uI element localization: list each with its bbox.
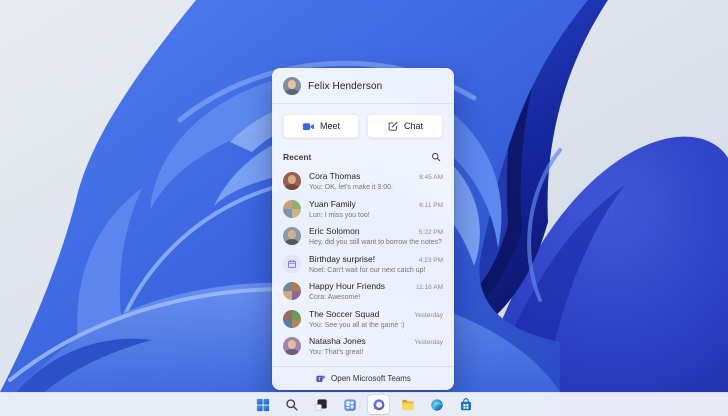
- message-preview: You: That's great!: [309, 349, 364, 357]
- meet-button[interactable]: Meet: [283, 114, 359, 138]
- microsoft-store-icon: [460, 397, 471, 410]
- contact-name: Happy Hour Friends: [309, 281, 386, 291]
- message-preview: Lun: I miss you too!: [309, 211, 370, 219]
- contact-name: Yuan Family: [309, 198, 356, 209]
- contact-avatar: [283, 337, 301, 355]
- open-teams-label: Open Microsoft Teams: [331, 374, 411, 383]
- contact-name: Natasha Jones: [309, 336, 366, 346]
- meet-button-label: Meet: [319, 121, 340, 131]
- message-time: 8:45 AM: [419, 174, 443, 181]
- contact-name: Eric Solomon: [309, 226, 360, 236]
- search-button-taskbar[interactable]: [281, 395, 302, 414]
- calendar-icon: [288, 259, 296, 268]
- open-teams-button[interactable]: T Open Microsoft Teams: [272, 366, 454, 390]
- microsoft-store-button[interactable]: [455, 395, 476, 414]
- chat-row-happy-hour-friends[interactable]: Happy Hour Friends 11:16 AM Cora: Awesom…: [272, 277, 454, 305]
- start-button[interactable]: [252, 395, 273, 414]
- compose-icon: [388, 121, 398, 131]
- contact-avatar: [283, 172, 301, 190]
- search-icon: [285, 398, 298, 411]
- chat-row-birthday-surprise[interactable]: Birthday surprise! 4:23 PM Noel: Can't w…: [272, 250, 454, 278]
- message-time: 11:16 AM: [416, 284, 443, 291]
- chat-row-soccer-squad[interactable]: The Soccer Squad Yesterday You: See you …: [272, 305, 454, 333]
- taskbar: [0, 392, 728, 416]
- user-name: Felix Henderson: [308, 80, 383, 92]
- chat-row-eric-solomon[interactable]: Eric Solomon 5:22 PM Hey, did you still …: [272, 222, 454, 250]
- user-avatar[interactable]: [283, 77, 301, 95]
- chat-row-natasha-jones[interactable]: Natasha Jones Yesterday You: That's grea…: [272, 332, 454, 360]
- message-preview: Cora: Awesome!: [309, 294, 361, 302]
- widgets-button[interactable]: [339, 395, 360, 414]
- chat-button-label: Chat: [403, 121, 423, 131]
- calendar-avatar: [283, 254, 301, 273]
- contact-name: Cora Thomas: [309, 171, 361, 181]
- edge-browser-icon: [430, 398, 443, 411]
- desktop: Felix Henderson Meet Chat Recent Cora Th…: [0, 0, 728, 416]
- chat-row-yuan-family[interactable]: Yuan Family 6:11 PM Lun: I miss you too!: [272, 195, 454, 223]
- contact-avatar: [283, 227, 301, 245]
- task-view-button[interactable]: [310, 395, 331, 414]
- folder-icon: [401, 399, 414, 410]
- message-preview: You: See you all at the game :): [309, 321, 405, 329]
- windows-logo-icon: [256, 398, 269, 411]
- recent-header: Recent: [272, 147, 454, 166]
- message-time: 6:11 PM: [419, 201, 443, 209]
- message-preview: Hey, did you still want to borrow the no…: [309, 239, 442, 247]
- search-icon: [432, 153, 441, 162]
- task-view-icon: [314, 398, 327, 411]
- message-time: 4:23 PM: [418, 256, 443, 264]
- teams-chat-flyout: Felix Henderson Meet Chat Recent Cora Th…: [272, 68, 454, 390]
- quick-actions: Meet Chat: [272, 104, 454, 147]
- recent-label: Recent: [283, 152, 312, 162]
- flyout-header: Felix Henderson: [272, 68, 454, 103]
- message-time: 5:22 PM: [418, 229, 443, 236]
- message-time: Yesterday: [414, 339, 443, 346]
- search-button[interactable]: [429, 150, 443, 164]
- chat-row-cora-thomas[interactable]: Cora Thomas 8:45 AM You: OK, let's make …: [272, 167, 454, 195]
- group-avatar: [283, 309, 301, 328]
- file-explorer-button[interactable]: [397, 395, 418, 414]
- video-camera-icon: [302, 122, 314, 130]
- widgets-icon: [343, 398, 356, 411]
- group-avatar: [283, 199, 301, 218]
- message-preview: Noel: Can't wait for our next catch up!: [309, 266, 426, 274]
- group-avatar: [283, 282, 301, 300]
- message-preview: You: OK, let's make it 3:00.: [309, 184, 393, 192]
- teams-chat-bubble-icon: [372, 398, 384, 410]
- contact-name: The Soccer Squad: [309, 308, 380, 319]
- chat-button[interactable]: Chat: [367, 114, 443, 138]
- edge-button[interactable]: [426, 395, 447, 414]
- teams-icon: T: [316, 375, 326, 383]
- recent-chat-list: Cora Thomas 8:45 AM You: OK, let's make …: [272, 166, 454, 366]
- message-time: Yesterday: [414, 311, 443, 319]
- svg-text:T: T: [318, 377, 321, 383]
- contact-name: Birthday surprise!: [309, 253, 376, 264]
- teams-chat-button[interactable]: [368, 395, 389, 414]
